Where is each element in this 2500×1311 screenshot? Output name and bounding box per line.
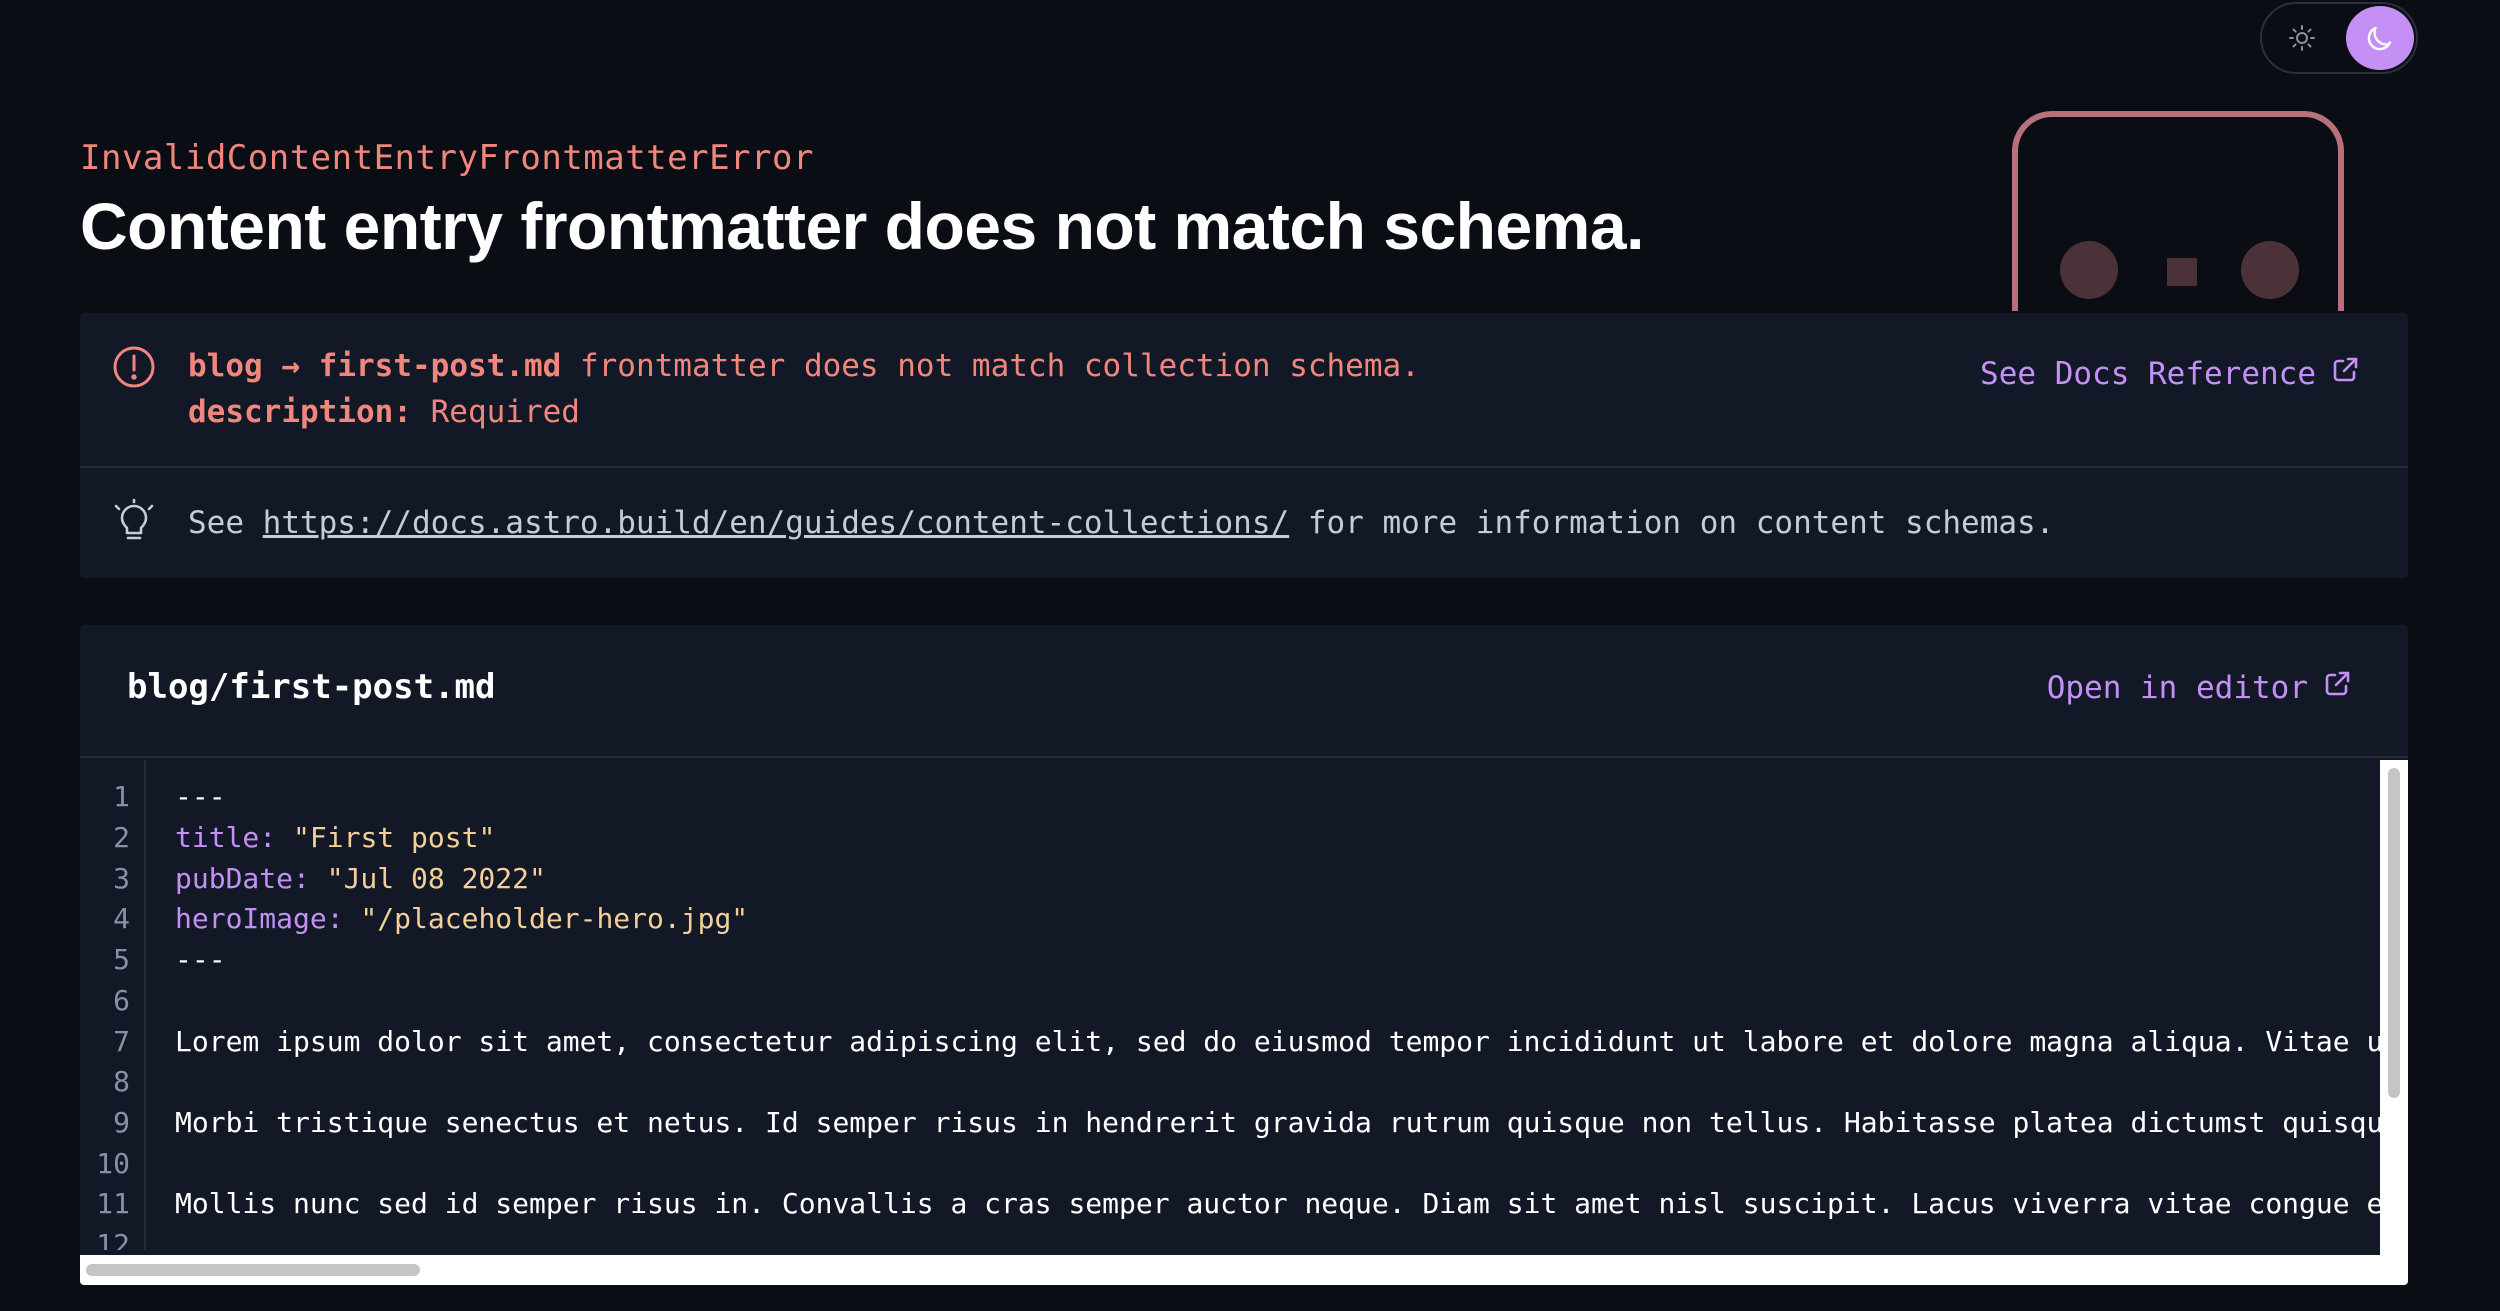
line-number: 1 [113,780,130,813]
code-body[interactable]: 1 2 3 4 5 6 7 8 9 10 11 12 --- title: "F… [80,760,2380,1250]
field-error: Required [411,394,580,430]
line-number: 6 [113,984,130,1017]
line-number: 12 [96,1228,130,1250]
alert-circle-icon [112,345,156,389]
theme-toggle[interactable] [2260,2,2418,74]
vertical-scrollbar[interactable] [2380,760,2408,1255]
content-collections-link[interactable]: https://docs.astro.build/en/guides/conte… [263,505,1290,541]
yaml-key: heroImage: [175,902,344,935]
code-line: --- [175,780,226,813]
code-line: Lorem ipsum dolor sit amet, consectetur … [175,1025,2380,1058]
entry-name: first-post.md [318,348,562,384]
line-number: 10 [96,1147,130,1180]
collection-name: blog [188,348,263,384]
line-number: 8 [113,1065,130,1098]
horizontal-scrollbar-thumb[interactable] [86,1264,420,1276]
error-message-row: blog → first-post.md frontmatter does no… [80,313,2408,468]
code-frame: blog/first-post.md Open in editor 1 2 3 … [80,625,2408,1285]
error-name: InvalidContentEntryFrontmatterError [80,138,814,178]
error-message-panel: blog → first-post.md frontmatter does no… [80,313,2408,578]
mascot-illustration [2012,111,2344,311]
code-line: heroImage: "/placeholder-hero.jpg" [175,902,748,935]
yaml-value: "/placeholder-hero.jpg" [343,902,749,935]
line-number-gutter: 1 2 3 4 5 6 7 8 9 10 11 12 [80,760,146,1250]
line-number: 5 [113,943,130,976]
yaml-key: pubDate: [175,862,310,895]
field-name: description: [188,394,412,430]
line-number: 2 [113,821,130,854]
moon-icon[interactable] [2346,6,2414,70]
mascot-eye-right [2241,241,2299,299]
yaml-key: title: [175,821,277,854]
open-in-editor-label[interactable]: Open in editor [2047,670,2308,706]
mascot-nose [2167,258,2197,286]
line-number: 3 [113,862,130,895]
code-header: blog/first-post.md Open in editor [80,625,2408,758]
external-link-icon[interactable] [2330,355,2360,393]
hint-prefix: See [188,505,263,541]
line-number: 7 [113,1025,130,1058]
arrow: → [281,348,300,384]
sun-icon[interactable] [2278,14,2326,62]
code-filename: blog/first-post.md [127,667,496,707]
open-in-editor-link[interactable]: Open in editor [2047,669,2352,707]
line-number: 4 [113,902,130,935]
hint-text: See https://docs.astro.build/en/guides/c… [188,500,2054,546]
code-line: title: "First post" [175,821,495,854]
see-docs-reference-link[interactable]: See Docs Reference [1980,355,2360,393]
code-line: --- [175,943,226,976]
yaml-value: "Jul 08 2022" [309,862,546,895]
docs-link-label[interactable]: See Docs Reference [1980,356,2316,392]
mascot-eye-left [2060,241,2118,299]
yaml-value: "First post" [276,821,496,854]
hint-suffix: for more information on content schemas. [1289,505,2055,541]
external-link-icon[interactable] [2322,669,2352,707]
vertical-scrollbar-thumb[interactable] [2388,768,2400,1098]
line-number: 11 [96,1187,130,1220]
error-title: Content entry frontmatter does not match… [80,189,1644,263]
code-line: Morbi tristique senectus et netus. Id se… [175,1106,2380,1139]
hint-row: See https://docs.astro.build/en/guides/c… [80,470,2408,578]
line-number: 9 [113,1106,130,1139]
lightbulb-icon [112,498,156,546]
code-line: Mollis nunc sed id semper risus in. Conv… [175,1187,2380,1220]
error-message: blog → first-post.md frontmatter does no… [188,343,1420,435]
horizontal-scrollbar[interactable] [80,1255,2408,1285]
code-line: pubDate: "Jul 08 2022" [175,862,546,895]
message-text: frontmatter does not match collection sc… [561,348,1420,384]
